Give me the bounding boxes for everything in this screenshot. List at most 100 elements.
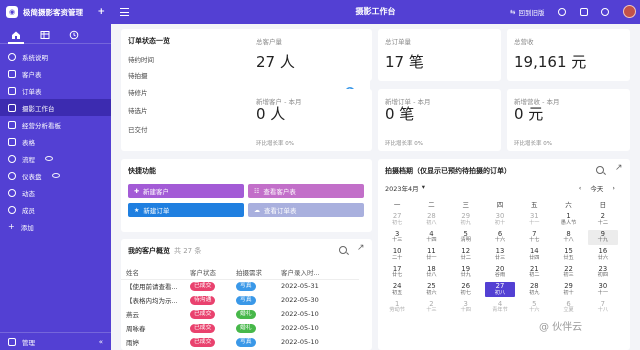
calendar-day[interactable]: 29 初九 [449,211,483,229]
sidebar-item-workflow[interactable]: 流程 [0,150,111,167]
column-header[interactable]: 客户录入时... [276,265,359,280]
tab-table[interactable] [39,29,51,41]
stat-value: 17 笔 [385,53,424,71]
calendar-day[interactable]: 11 廿一 [414,246,448,264]
help-icon[interactable] [601,8,609,16]
column-header[interactable]: 拍摄需求 [231,265,276,280]
calendar-day[interactable]: 30 十一 [586,281,620,299]
sidebar-item-orders[interactable]: 订单表 [0,82,111,99]
column-header[interactable]: 客户状态 [185,265,231,280]
calendar-day[interactable]: 24 初五 [380,281,414,299]
sidebar-item-analytics[interactable]: 经营分析看板 [0,116,111,133]
month-selector[interactable]: 2023年4月 ▾ [385,183,425,193]
calendar-day[interactable]: 19 廿九 [449,264,483,282]
calendar-day[interactable]: 7 十七 [517,229,551,247]
search-icon[interactable] [339,246,347,254]
brand: ◉ 极简摄影客资管理 + [0,0,111,24]
calendar-day[interactable]: 7 十八 [586,299,620,317]
calendar-day[interactable]: 9 十九 [586,229,620,247]
table-row[interactable]: 燕云 已成交 婚礼 2022-05-10 [121,307,359,321]
sidebar-item-members[interactable]: 成员 [0,201,111,218]
sidebar-item-customers[interactable]: 客户表 [0,65,111,82]
view-customers-button[interactable]: ☷ 查看客户表 [248,184,364,198]
entry-date: 2022-05-10 [281,324,319,332]
calendar-day[interactable]: 31 十一 [517,211,551,229]
view-orders-button[interactable]: ☁ 查看订单表 [248,203,364,217]
eye-icon[interactable] [51,173,60,178]
calendar-day[interactable]: 26 初七 [449,281,483,299]
calendar-day[interactable]: 3 十四 [449,299,483,317]
today-button[interactable]: 今天 [590,183,603,193]
calendar-day[interactable]: 10 二十 [380,246,414,264]
add-icon[interactable]: + [97,7,105,17]
calendar-day[interactable]: 25 初六 [414,281,448,299]
calendar-day[interactable]: 4 青年节 [483,299,517,317]
day-number: 16 [598,247,608,255]
calendar-day[interactable]: 8 十八 [551,229,585,247]
lunar-label: 十四 [460,307,471,314]
calendar-day[interactable]: 30 初十 [483,211,517,229]
weekday-label: 一 [393,201,401,209]
sidebar-item-system-guide[interactable]: 系统说明 [0,48,111,65]
calendar-day[interactable]: 2 十二 [586,211,620,229]
calendar-day[interactable]: 28 初八 [414,211,448,229]
table-row[interactable]: 周咏春 已成交 婚礼 2022-05-10 [121,321,359,335]
calendar-day[interactable]: 27 初七 [380,211,414,229]
calendar-day[interactable]: 16 廿六 [586,246,620,264]
calendar-day[interactable]: 12 廿二 [449,246,483,264]
expand-icon[interactable]: ↗ [615,163,623,173]
calendar-day[interactable]: 6 十六 [483,229,517,247]
search-icon[interactable] [596,166,604,174]
calendar-day[interactable]: 13 廿三 [483,246,517,264]
chevron-left-icon[interactable]: ‹ [579,184,582,192]
day-number: 11 [427,247,436,255]
calendar-day[interactable]: 18 廿八 [414,264,448,282]
sidebar-add-button[interactable]: + 添加 [0,218,111,235]
expand-icon[interactable]: ↗ [357,243,365,253]
lunar-label: 初七 [391,219,403,226]
table-row[interactable]: 【表格内均为示... 待沟通 写真 2022-05-30 [121,293,359,307]
tab-history[interactable] [68,29,80,41]
calendar-day-box: 24 初五 [382,282,412,297]
sidebar-item-workbench[interactable]: 摄影工作台 [0,99,111,116]
calendar-day[interactable]: 1 愚人节 [551,211,585,229]
table-row[interactable]: 【使用前请查看... 已成交 写真 2022-05-31 [121,279,359,293]
calendar-day[interactable]: 15 廿五 [551,246,585,264]
calendar-day[interactable]: 5 清明 [449,229,483,247]
sidebar-item-activity[interactable]: 动态 [0,184,111,201]
calendar-day[interactable]: 6 立夏 [551,299,585,317]
calendar-day[interactable]: 28 初九 [517,281,551,299]
eye-icon[interactable] [45,156,53,161]
tab-home[interactable] [8,29,24,44]
calendar-day[interactable]: 17 廿七 [380,264,414,282]
calendar-day[interactable]: 20 谷雨 [483,264,517,282]
table-row[interactable]: 雨婷 已成交 写真 2022-05-10 [121,335,359,349]
sidebar-footer[interactable]: 管理 « [0,332,111,350]
calendar-day[interactable]: 23 初四 [586,264,620,282]
old-version-link[interactable]: ⇆ 回到旧版 [510,7,544,17]
calendar-day[interactable]: 5 十六 [517,299,551,317]
collapse-icon[interactable]: « [99,338,103,346]
avatar[interactable] [623,5,636,18]
calendar-day[interactable]: 21 初二 [517,264,551,282]
calendar-day[interactable]: 22 初三 [551,264,585,282]
sidebar-item-tables[interactable]: 表格 [0,133,111,150]
calendar-day[interactable]: 29 初十 [551,281,585,299]
stat-card-new-customers: 新增客户 - 本月 0 人 环比增长率 0% [249,89,372,151]
calendar-day-box: 5 清明 [451,230,481,245]
calendar-day[interactable]: 3 十三 [380,229,414,247]
new-order-button[interactable]: ★ 新建订单 [128,203,244,217]
bell-icon[interactable] [558,8,566,16]
calendar-day[interactable]: 1 劳动节 [380,299,414,317]
chevron-right-icon[interactable]: › [612,184,615,192]
column-header[interactable]: 姓名 [121,265,185,280]
calendar-day[interactable]: 14 廿四 [517,246,551,264]
calendar-day[interactable]: 4 十四 [414,229,448,247]
calendar-day[interactable]: 27 初八 [483,281,517,299]
sidebar-item-dashboard[interactable]: 仪表盘 [0,167,111,184]
weekday-label: 四 [496,201,504,209]
calendar-day-box: 9 十九 [587,229,618,245]
new-customer-button[interactable]: ✚ 新建客户 [128,184,244,198]
gift-icon[interactable] [580,8,588,16]
calendar-day[interactable]: 2 十三 [414,299,448,317]
